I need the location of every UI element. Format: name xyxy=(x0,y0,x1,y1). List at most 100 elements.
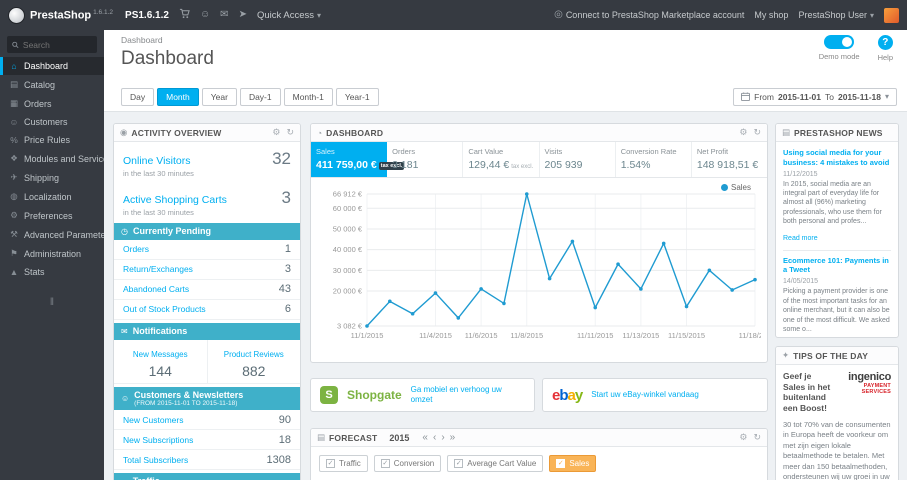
sidebar-item-stats[interactable]: ▲ Stats xyxy=(0,263,104,281)
refresh-icon[interactable]: ↻ xyxy=(753,127,761,138)
messages-icon[interactable]: ✉ xyxy=(220,10,228,20)
row-label[interactable]: Return/Exchanges xyxy=(123,264,193,274)
breadcrumb[interactable]: Dashboard xyxy=(121,35,907,45)
pending-orders-row[interactable]: Orders 1 xyxy=(114,240,300,260)
user-avatar[interactable] xyxy=(884,7,899,23)
kpi-visits[interactable]: Visits 205 939 xyxy=(540,142,616,177)
news-article-headline[interactable]: Ecommerce 101: Payments in a Tweet xyxy=(783,256,891,276)
traffic-header: ⇗ Traffic (FROM 2015-11-01 TO 2015-11-18… xyxy=(114,473,300,480)
shopgate-promo[interactable]: S Shopgate Ga mobiel en verhoog uw omzet xyxy=(310,378,535,412)
stats-icon: ▲ xyxy=(9,267,19,277)
next-page-icon[interactable]: › xyxy=(441,432,444,443)
range-month-button[interactable]: Month xyxy=(157,87,199,106)
cart-icon[interactable] xyxy=(179,8,190,22)
quick-access-menu[interactable]: Quick Access ▾ xyxy=(257,10,321,21)
sidebar-item-administration[interactable]: ⚑ Administration xyxy=(0,244,104,263)
row-label[interactable]: Abandoned Carts xyxy=(123,284,189,294)
search-input[interactable] xyxy=(22,39,92,50)
sidebar-item-price-rules[interactable]: % Price Rules xyxy=(0,131,104,149)
row-label[interactable]: Total Subscribers xyxy=(123,455,188,465)
forecast-toggle-sales[interactable]: ✓ Sales xyxy=(549,455,597,472)
online-visitors-link[interactable]: Online Visitors xyxy=(123,155,191,167)
svg-text:11/8/2015: 11/8/2015 xyxy=(510,331,543,340)
prev-page-icon[interactable]: ‹ xyxy=(433,432,436,443)
new-messages-cell[interactable]: New Messages 144 xyxy=(114,340,207,383)
active-carts-link[interactable]: Active Shopping Carts xyxy=(123,194,227,206)
cell-label[interactable]: Product Reviews xyxy=(224,350,284,359)
notifications-header: ✉ Notifications xyxy=(114,322,300,340)
news-article-headline[interactable]: Using social media for your business: 4 … xyxy=(783,148,891,168)
row-label[interactable]: New Subscriptions xyxy=(123,435,193,445)
abandoned-carts-row[interactable]: Abandoned Carts 43 xyxy=(114,280,300,300)
kpi-net-profit[interactable]: Net Profit 148 918,51 € xyxy=(692,142,767,177)
sidebar-item-modules[interactable]: ❖ Modules and Services xyxy=(0,149,112,168)
kpi-cart-value[interactable]: Cart Value 129,44 € tax excl. xyxy=(463,142,540,177)
gear-icon[interactable]: ⚙ xyxy=(272,127,280,138)
gear-icon[interactable]: ⚙ xyxy=(739,432,747,443)
row-label[interactable]: Out of Stock Products xyxy=(123,304,206,314)
home-icon: ⌂ xyxy=(11,61,17,71)
forecast-year-select[interactable]: 2015 xyxy=(389,433,409,443)
refresh-icon[interactable]: ↻ xyxy=(753,432,761,443)
user-menu[interactable]: PrestaShop User ▾ xyxy=(798,10,874,20)
rocket-icon[interactable]: ➤ xyxy=(239,10,247,20)
forecast-toggle-average-cart-value[interactable]: ✓ Average Cart Value xyxy=(447,455,544,472)
pending-returns-row[interactable]: Return/Exchanges 3 xyxy=(114,260,300,280)
ebay-promo[interactable]: ebay Start uw eBay-winkel vandaag xyxy=(542,378,768,412)
date-range-picker[interactable]: From 2015-11-01 To 2015-11-18 ▾ xyxy=(733,87,897,106)
collapse-menu-icon[interactable]: ‖ xyxy=(0,297,104,308)
quick-access-label: Quick Access xyxy=(256,9,314,21)
out-of-stock-row[interactable]: Out of Stock Products 6 xyxy=(114,300,300,320)
cell-label[interactable]: New Messages xyxy=(133,350,188,359)
sidebar-item-preferences[interactable]: ⚙ Preferences xyxy=(0,206,104,225)
shopgate-brand: Shopgate xyxy=(347,388,402,402)
my-shop-link[interactable]: My shop xyxy=(754,10,788,20)
row-label[interactable]: Orders xyxy=(123,244,149,254)
active-carts-stat: Active Shopping Carts 3 xyxy=(114,181,300,208)
refresh-icon[interactable]: ↻ xyxy=(286,127,294,138)
sidebar-search[interactable] xyxy=(7,36,97,53)
sidebar-item-customers[interactable]: ☺ Customers xyxy=(0,113,104,131)
product-reviews-cell[interactable]: Product Reviews 882 xyxy=(206,339,301,383)
new-subscriptions-row[interactable]: New Subscriptions 18 xyxy=(114,430,300,451)
to-label: To xyxy=(824,91,834,102)
row-value: 18 xyxy=(278,433,291,446)
sidebar-item-advanced-parameters[interactable]: ⚒ Advanced Parameters xyxy=(0,225,113,244)
chart-legend[interactable]: Sales xyxy=(720,183,751,192)
activity-icon: ◉ xyxy=(120,127,128,137)
shop-name[interactable]: PS1.6.1.2 xyxy=(125,10,169,21)
ebay-link[interactable]: Start uw eBay-winkel vandaag xyxy=(591,390,699,400)
help-icon[interactable]: ? xyxy=(877,35,893,50)
range-year-button[interactable]: Year xyxy=(201,87,237,106)
new-customers-row[interactable]: New Customers 90 xyxy=(114,410,300,431)
prestashop-logo[interactable]: PrestaShop 1.6.1.2 xyxy=(8,6,113,24)
sidebar-item-shipping[interactable]: ✈ Shipping xyxy=(0,168,104,187)
range-day-1-button[interactable]: Day-1 xyxy=(239,87,281,106)
forecast-toggle-traffic[interactable]: ✓ Traffic xyxy=(319,455,368,472)
sidebar-item-dashboard[interactable]: ⌂ Dashboard xyxy=(0,57,104,75)
forecast-toggle-conversion[interactable]: ✓ Conversion xyxy=(373,455,442,472)
kpi-label: Conversion Rate xyxy=(620,147,677,156)
range-day-button[interactable]: Day xyxy=(121,87,155,106)
demo-mode-toggle[interactable] xyxy=(824,35,855,49)
read-more-link[interactable]: Read more xyxy=(783,235,818,242)
last-page-icon[interactable]: » xyxy=(450,432,456,443)
kpi-orders[interactable]: Orders 3 181 xyxy=(387,142,464,177)
kpi-conversion-rate[interactable]: Conversion Rate 1.54% xyxy=(616,142,692,177)
shopgate-link[interactable]: Ga mobiel en verhoog uw omzet xyxy=(411,385,525,405)
marketplace-connect-link[interactable]: ◎ Connect to PrestaShop Marketplace acco… xyxy=(554,10,744,21)
row-value: 1 xyxy=(284,243,291,256)
sidebar-item-localization[interactable]: ◍ Localization xyxy=(0,187,104,206)
svg-text:20 000 €: 20 000 € xyxy=(333,287,363,296)
range-year-1-button[interactable]: Year-1 xyxy=(335,87,379,106)
range-month-1-button[interactable]: Month-1 xyxy=(283,87,333,106)
active-carts-subtitle: in the last 30 minutes xyxy=(123,208,194,217)
kpi-sales[interactable]: Sales 411 759,00 € tax excl. xyxy=(311,142,405,177)
sidebar-item-orders[interactable]: ▦ Orders xyxy=(0,94,104,113)
gear-icon[interactable]: ⚙ xyxy=(739,127,747,138)
total-subscribers-row[interactable]: Total Subscribers 1308 xyxy=(114,450,300,471)
sidebar-item-catalog[interactable]: ▤ Catalog xyxy=(0,75,104,94)
customer-icon[interactable]: ☺ xyxy=(200,10,210,20)
first-page-icon[interactable]: « xyxy=(422,432,428,443)
row-label[interactable]: New Customers xyxy=(123,415,183,425)
